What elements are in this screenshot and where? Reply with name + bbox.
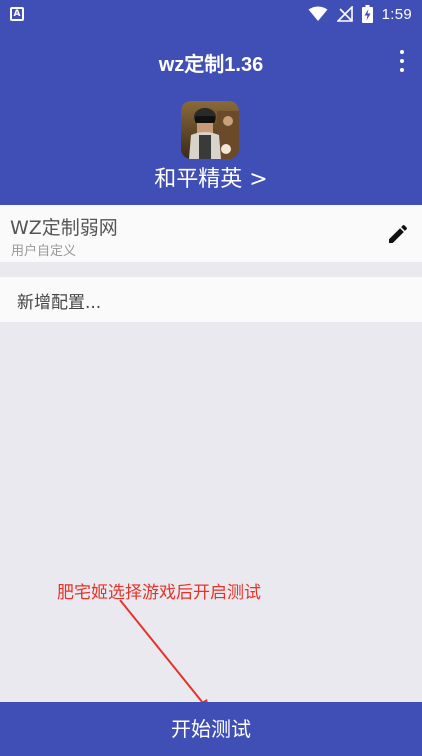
start-test-button[interactable]: 开始测试 — [0, 702, 422, 756]
game-selector[interactable]: 和平精英 > — [0, 161, 422, 193]
add-config-label: 新增配置... — [17, 293, 102, 313]
pencil-icon[interactable] — [386, 222, 410, 246]
battery-charging-icon — [361, 5, 373, 23]
game-icon[interactable] — [181, 101, 239, 159]
app-notification-icon: A — [10, 7, 24, 21]
wifi-icon — [308, 6, 328, 21]
status-bar: A 1:59 — [0, 0, 422, 28]
config-item[interactable]: WZ定制弱网 用户自定义 — [0, 205, 422, 262]
no-signal-icon — [336, 6, 353, 22]
add-config-button[interactable]: 新增配置... — [0, 277, 422, 322]
more-vert-icon[interactable] — [396, 50, 408, 72]
status-icons: 1:59 — [308, 4, 412, 24]
annotation-text: 肥宅姬选择游戏后开启测试 — [57, 583, 261, 603]
config-subtitle: 用户自定义 — [11, 244, 77, 259]
config-name: WZ定制弱网 — [10, 217, 118, 239]
clock-time: 1:59 — [381, 5, 412, 23]
app-title: wz定制1.36 — [158, 54, 264, 76]
app-header: wz定制1.36 和平精英 > — [0, 28, 422, 205]
